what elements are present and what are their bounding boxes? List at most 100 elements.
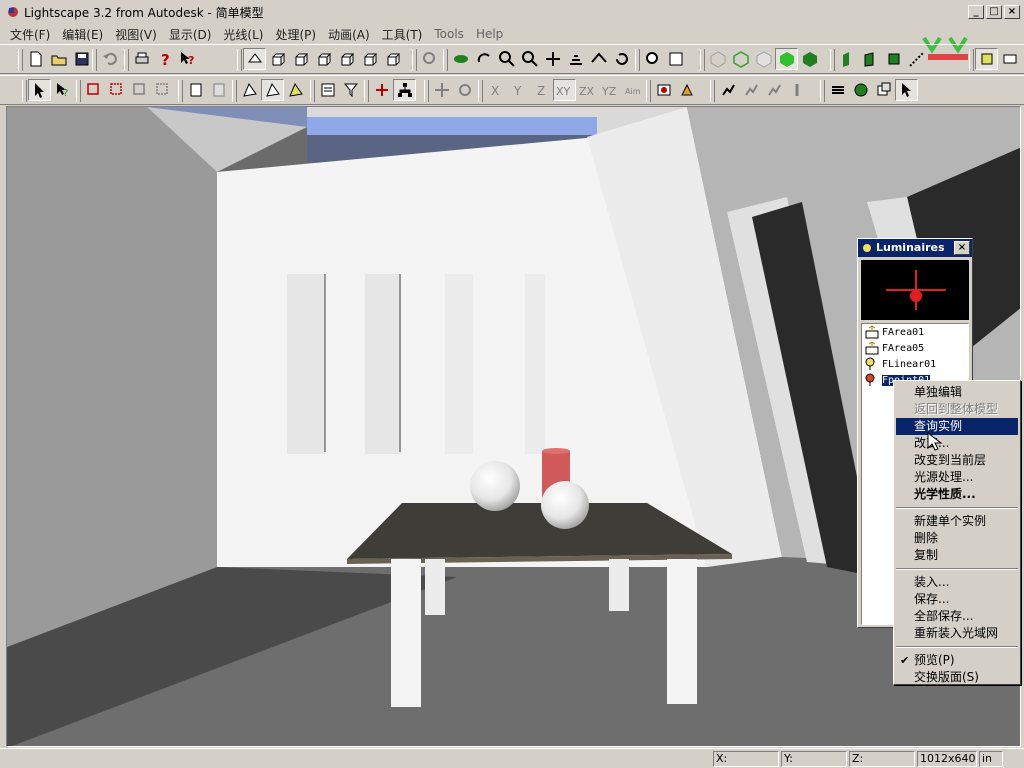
hierarchy-icon[interactable] [393,79,416,101]
axis-x-icon[interactable]: X [484,79,507,101]
cube-top-icon[interactable] [358,48,381,70]
menu-animation[interactable]: 动画(A) [322,26,376,43]
axis-zx-icon[interactable]: ZX [576,79,599,101]
axis-xy-icon[interactable]: XY [553,79,576,101]
zoom-window-icon[interactable] [641,48,664,70]
copy-doc-icon[interactable] [184,79,207,101]
axis-yz-icon[interactable]: YZ [599,79,622,101]
help-icon[interactable]: ? [153,48,176,70]
layer-icon[interactable] [882,48,905,70]
edit-select-icon[interactable] [238,79,261,101]
deselect-crossing-icon[interactable] [151,79,174,101]
menu-process[interactable]: 处理(P) [269,26,322,43]
walkthrough-icon[interactable] [716,79,739,101]
menu-item-preview[interactable]: ✔ 预览(P) [896,652,1018,669]
surface-icon[interactable] [859,48,882,70]
menu-item-save[interactable]: 保存... [896,591,1018,608]
cube-right-icon[interactable] [335,48,358,70]
menu-tools[interactable]: Tools [428,27,470,41]
luminaires-close-button[interactable]: × [954,241,970,255]
undo-icon[interactable] [98,48,121,70]
list-item[interactable]: FLinear01 [862,356,968,372]
paste-doc-icon[interactable] [207,79,230,101]
view-mode-icon[interactable] [243,48,266,70]
fly-icon[interactable] [587,48,610,70]
camera-path-icon[interactable] [762,79,785,101]
axis-y-icon[interactable]: Y [507,79,530,101]
menu-tools-cn[interactable]: 工具(T) [376,26,429,43]
edit-move-icon[interactable] [261,79,284,101]
menu-item-swap-layout[interactable]: 交换版面(S) [896,669,1018,686]
aim-icon[interactable]: Aim [622,79,645,101]
pan-icon[interactable] [541,48,564,70]
object-green-icon[interactable] [836,48,859,70]
refresh-icon[interactable] [610,48,633,70]
hidden-line-icon[interactable] [752,48,775,70]
wireframe-green-icon[interactable] [729,48,752,70]
open-folder-icon[interactable] [47,48,70,70]
cube-bottom-icon[interactable] [381,48,404,70]
solid-icon[interactable] [775,48,798,70]
path-icon[interactable] [739,79,762,101]
menu-item-reload-ies[interactable]: 重新装入光域网 [896,625,1018,642]
minimize-button[interactable]: _ [968,5,984,19]
menu-item-photometric[interactable]: 光学性质... [896,486,1018,503]
layers-stack-icon[interactable] [826,79,849,101]
render-icon[interactable] [975,48,998,70]
close-button[interactable]: × [1004,5,1020,19]
zoom-extents-icon[interactable] [664,48,687,70]
texture-icon[interactable] [675,79,698,101]
new-file-icon[interactable] [24,48,47,70]
cube-front-icon[interactable] [266,48,289,70]
print-icon[interactable] [130,48,153,70]
list-item[interactable]: FArea01 [862,324,968,340]
menu-item-query-instance[interactable]: 查询实例 [896,418,1018,435]
menu-file[interactable]: 文件(F) [4,26,56,43]
deselect-box-icon[interactable] [128,79,151,101]
menu-edit[interactable]: 编辑(E) [56,26,109,43]
pointer-edit-icon[interactable] [895,79,918,101]
menu-help[interactable]: Help [470,27,509,41]
menu-item-change[interactable]: 改变... [896,435,1018,452]
select-arrow-icon[interactable] [28,79,51,101]
list-icon[interactable] [316,79,339,101]
shaded-icon[interactable] [798,48,821,70]
zoom-disabled-icon[interactable] [418,48,441,70]
add-point-icon[interactable] [370,79,393,101]
save-icon[interactable] [70,48,93,70]
rotate-icon[interactable] [472,48,495,70]
menu-item-change-layer[interactable]: 改变到当前层 [896,452,1018,469]
walk-icon[interactable] [564,48,587,70]
menu-item-new-instance[interactable]: 新建单个实例 [896,513,1018,530]
select-box-icon[interactable] [82,79,105,101]
menu-light[interactable]: 光线(L) [217,26,269,43]
orbit-icon[interactable] [449,48,472,70]
menu-item-save-all[interactable]: 全部保存... [896,608,1018,625]
keyframe-icon[interactable] [785,79,808,101]
luminaires-title-bar[interactable]: Luminaires × [858,239,972,257]
menu-item-edit-alone[interactable]: 单独编辑 [896,384,1018,401]
menu-item-light-process[interactable]: 光源处理... [896,469,1018,486]
list-item[interactable]: FArea05 [862,340,968,356]
menu-item-delete[interactable]: 删除 [896,530,1018,547]
cube-left-icon[interactable] [312,48,335,70]
filter-icon[interactable] [339,79,362,101]
context-help-icon[interactable]: ? [176,48,199,70]
globe-icon[interactable] [849,79,872,101]
material-icon[interactable] [652,79,675,101]
output-icon[interactable] [998,48,1021,70]
wireframe-icon[interactable] [706,48,729,70]
move-axes-icon[interactable] [430,79,453,101]
select-crossing-icon[interactable] [105,79,128,101]
cube-back-icon[interactable] [289,48,312,70]
light-tool-icon[interactable] [905,48,928,70]
maximize-button[interactable]: □ [986,5,1002,19]
menu-item-load[interactable]: 装入... [896,574,1018,591]
menu-view[interactable]: 视图(V) [109,26,163,43]
menu-item-copy[interactable]: 复制 [896,547,1018,564]
rotate-axes-icon[interactable] [453,79,476,101]
axis-z-icon[interactable]: Z [530,79,553,101]
block-icon[interactable] [872,79,895,101]
query-icon[interactable]: ? [51,79,74,101]
zoom-out-icon[interactable] [518,48,541,70]
